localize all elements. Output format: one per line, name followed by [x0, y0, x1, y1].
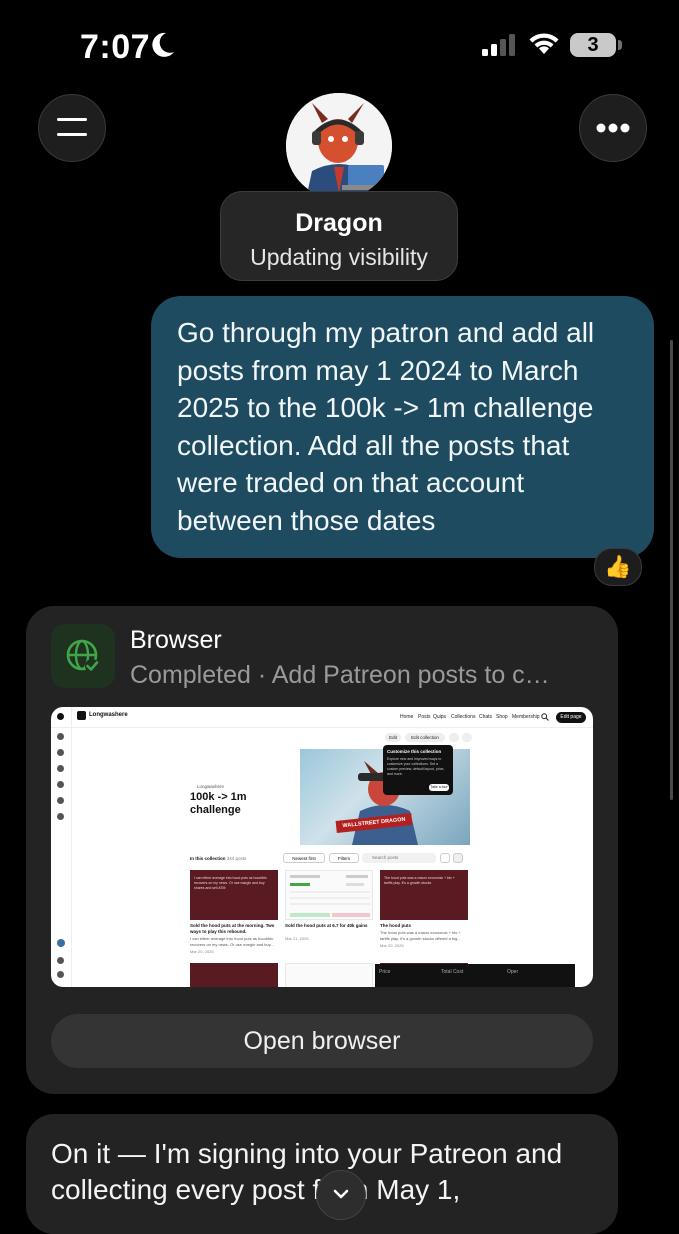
grid-view-toggle[interactable] [440, 853, 450, 863]
moon-icon [152, 32, 174, 57]
post-preview-4[interactable] [190, 963, 278, 987]
scroll-to-bottom-button[interactable] [316, 1170, 366, 1220]
post-title-1[interactable]: Sold the hood puts at the morning. Two w… [190, 923, 278, 935]
user-message-bubble: Go through my patron and add all posts f… [151, 296, 654, 558]
sidebar-search-icon[interactable] [57, 765, 64, 772]
post-preview-text-1: I can either average into hood puts as h… [194, 876, 267, 890]
nav-collections[interactable]: Collections [451, 714, 475, 720]
cellular-signal-icon [482, 34, 515, 56]
collection-creator: Longwashere [197, 784, 225, 789]
status-bar: 7:07 3 [0, 0, 679, 90]
browser-card-title: Browser [130, 626, 222, 654]
dragon-avatar-image [286, 93, 392, 199]
post-count: 344 posts [226, 856, 247, 861]
status-time: 7:07 [80, 28, 151, 66]
table-header-oper: Oper [507, 969, 519, 975]
browser-tool-card: Browser Completed · Add Patreon posts to… [26, 606, 618, 1094]
filters-button[interactable]: Filters [329, 853, 359, 863]
battery-level: 3 [587, 34, 599, 56]
browser-screenshot[interactable]: Longwashere Home Posts Quips Collections… [51, 707, 593, 987]
hamburger-icon [57, 118, 87, 136]
patreon-logo-icon [77, 711, 86, 720]
wifi-icon [529, 33, 559, 54]
more-options-button[interactable] [579, 94, 647, 162]
agent-avatar[interactable] [286, 93, 392, 199]
nav-quips[interactable]: Quips [433, 714, 446, 720]
in-collection-label: In this collection [190, 856, 226, 861]
agent-name: Dragon [295, 209, 383, 237]
search-posts-input[interactable]: Search posts [362, 853, 436, 863]
customize-tooltip: Customize this collection Explore new an… [383, 745, 453, 795]
agent-name-pill: Dragon Updating visibility [220, 191, 458, 281]
sidebar-avatar[interactable] [57, 939, 65, 947]
battery-nub [618, 40, 622, 50]
tooltip-text: Explore new and improved ways to customi… [387, 757, 445, 776]
sidebar-add-icon[interactable] [57, 813, 64, 820]
ellipsis-icon [596, 123, 630, 133]
sidebar-explore-icon[interactable] [57, 749, 64, 756]
sidebar-home-icon[interactable] [57, 733, 64, 740]
post-date-1: Mar 20, 2025 [190, 949, 214, 954]
table-header-total-cost: Total Cost [441, 969, 464, 975]
post-preview-3[interactable]: The hood puts was a macro economic + btc… [380, 870, 468, 920]
sidebar-bell-icon[interactable] [57, 797, 64, 804]
battery-indicator: 3 [570, 33, 616, 57]
post-title-3[interactable]: The hood puts [380, 923, 468, 929]
browser-card-subtitle: Completed · Add Patreon posts to c… [130, 661, 550, 689]
take-tour-button[interactable]: Take a tour [429, 784, 449, 791]
edit-page-button[interactable]: Edit page [556, 712, 586, 723]
post-preview-1[interactable]: I can either average into hood puts as h… [190, 870, 278, 920]
globe-check-icon [66, 639, 99, 673]
post-title-2[interactable]: Sold the hood puts at 6.7 for 40k gains [285, 923, 373, 929]
post-date-3: Mar 20, 2025 [380, 943, 404, 948]
agent-status: Updating visibility [250, 244, 428, 270]
thumbs-up-reaction[interactable]: 👍 [594, 548, 642, 586]
browser-icon-box [51, 624, 115, 688]
in-collection-heading: In this collection 344 posts [190, 856, 246, 861]
sort-dropdown[interactable]: Newest first [283, 853, 325, 863]
chevron-down-icon [333, 1189, 349, 1199]
post-preview-5[interactable] [285, 963, 373, 987]
scrollbar[interactable] [670, 340, 673, 800]
patreon-top-bar: Longwashere Home Posts Quips Collections… [51, 707, 593, 728]
post-body-3: The hood puts was a macro economic + btc… [380, 930, 461, 941]
post-preview-2[interactable] [285, 870, 373, 920]
trade-screenshot-thumbnail [290, 875, 370, 917]
list-view-toggle[interactable] [453, 853, 463, 863]
nav-chats[interactable]: Chats [479, 714, 492, 720]
collection-title: 100k -> 1m challenge [190, 791, 247, 816]
trade-table-overlay: Price Total Cost Oper [375, 964, 575, 987]
more-chip[interactable] [462, 733, 472, 742]
nav-posts[interactable]: Posts [418, 714, 431, 720]
sidebar-logo-icon [57, 713, 64, 720]
sidebar-more-icon[interactable] [57, 971, 64, 978]
post-preview-text-3: The hood puts was a macro economic + btc… [384, 876, 455, 885]
open-browser-button[interactable]: Open browser [51, 1014, 593, 1068]
post-date-2: Mar 21, 2025 [285, 936, 309, 941]
nav-home[interactable]: Home [400, 714, 413, 720]
table-header-price: Price [379, 969, 391, 975]
search-icon[interactable] [541, 713, 549, 721]
patreon-sidebar [51, 707, 72, 987]
edit-collection-chip[interactable]: Edit collection [405, 733, 445, 742]
patreon-brand: Longwashere [89, 712, 128, 718]
nav-membership[interactable]: Membership [512, 714, 540, 720]
sidebar-chat-icon[interactable] [57, 781, 64, 788]
tooltip-title: Customize this collection [387, 749, 442, 754]
post-body-1: I can either average into hood puts as h… [190, 936, 274, 947]
lock-chip[interactable] [449, 733, 459, 742]
sidebar-app-icon[interactable] [57, 957, 64, 964]
nav-shop[interactable]: Shop [496, 714, 508, 720]
menu-button[interactable] [38, 94, 106, 162]
edit-chip[interactable]: Edit [385, 733, 401, 742]
